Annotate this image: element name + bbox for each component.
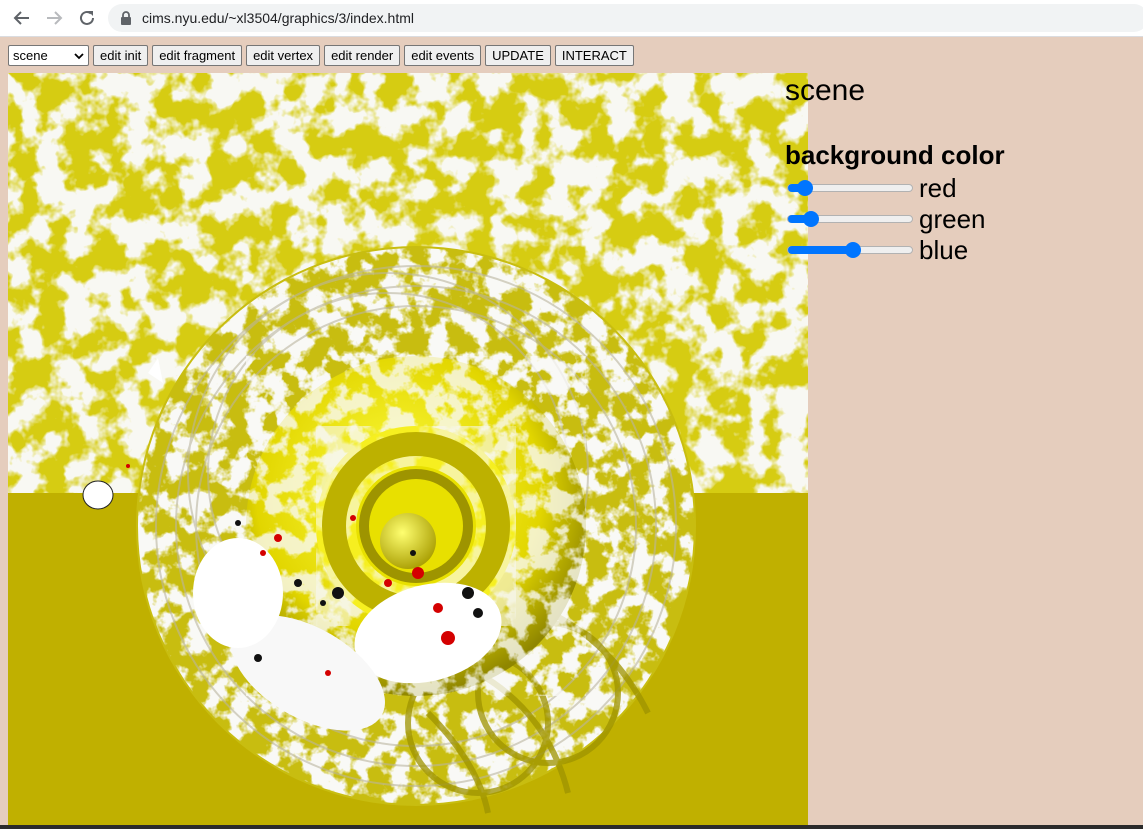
blue-slider-fill bbox=[788, 246, 854, 254]
blue-slider[interactable] bbox=[787, 242, 913, 258]
chevron-down-icon bbox=[74, 52, 84, 59]
update-button[interactable]: UPDATE bbox=[485, 45, 551, 66]
blue-slider-thumb[interactable] bbox=[845, 242, 862, 258]
lock-icon bbox=[121, 11, 131, 25]
scene-select[interactable]: scene bbox=[8, 45, 89, 66]
address-bar[interactable]: cims.nyu.edu/~xl3504/graphics/3/index.ht… bbox=[108, 4, 1143, 32]
scene-select-value: scene bbox=[13, 48, 48, 63]
webgl-canvas[interactable] bbox=[8, 73, 808, 825]
edit-events-button[interactable]: edit events bbox=[404, 45, 482, 66]
section-title: background color bbox=[785, 140, 1005, 170]
taskbar bbox=[0, 825, 1143, 829]
red-slider-thumb[interactable] bbox=[796, 180, 813, 196]
slider-blue: blue bbox=[787, 235, 968, 265]
forward-button[interactable] bbox=[43, 7, 65, 29]
edit-fragment-button[interactable]: edit fragment bbox=[152, 45, 243, 66]
green-slider[interactable] bbox=[787, 211, 913, 227]
toolbar: scene edit init edit fragment edit verte… bbox=[8, 45, 634, 67]
blue-label: blue bbox=[919, 234, 969, 265]
reload-icon bbox=[80, 10, 94, 25]
panel-title: scene bbox=[785, 74, 866, 107]
green-label: green bbox=[919, 203, 986, 234]
interact-button[interactable]: INTERACT bbox=[554, 45, 634, 66]
arrow-left-icon bbox=[13, 11, 29, 25]
scene-render bbox=[8, 73, 808, 825]
arrow-right-icon bbox=[47, 11, 63, 25]
back-button[interactable] bbox=[11, 7, 33, 29]
reload-button[interactable] bbox=[76, 7, 98, 29]
red-label: red bbox=[919, 172, 957, 203]
red-slider[interactable] bbox=[787, 180, 913, 196]
edit-render-button[interactable]: edit render bbox=[324, 45, 401, 66]
browser-chrome: cims.nyu.edu/~xl3504/graphics/3/index.ht… bbox=[0, 0, 1143, 37]
slider-red: red bbox=[787, 173, 957, 203]
slider-green: green bbox=[787, 204, 986, 234]
edit-init-button[interactable]: edit init bbox=[93, 45, 149, 66]
green-slider-thumb[interactable] bbox=[803, 211, 820, 227]
url-text: cims.nyu.edu/~xl3504/graphics/3/index.ht… bbox=[142, 10, 414, 26]
edit-vertex-button[interactable]: edit vertex bbox=[246, 45, 321, 66]
